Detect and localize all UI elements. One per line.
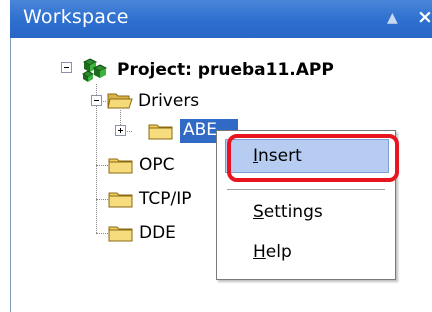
menu-item-settings[interactable]: Settings xyxy=(217,197,395,227)
tree-connector xyxy=(96,233,108,234)
collapse-icon[interactable] xyxy=(61,62,72,73)
menu-separator xyxy=(227,189,385,190)
folder-icon xyxy=(108,226,133,242)
tree-node-project[interactable]: Project: prueba11.APP xyxy=(117,60,334,80)
project-icon xyxy=(82,58,108,82)
tree-node-drivers[interactable]: Drivers xyxy=(138,91,199,111)
menu-item-settings-label: Settings xyxy=(253,202,323,222)
folder-icon xyxy=(108,158,133,174)
folder-icon xyxy=(148,124,173,140)
tree-connector xyxy=(96,199,108,200)
tree-node-abe[interactable]: ABE xyxy=(183,120,217,140)
menu-item-help-label: Help xyxy=(253,242,292,262)
collapse-icon[interactable] xyxy=(91,95,102,106)
tree-node-dde[interactable]: DDE xyxy=(139,223,176,243)
highlight-ring-annotation xyxy=(227,134,399,182)
expand-icon[interactable] xyxy=(115,125,126,136)
folder-icon xyxy=(108,192,133,208)
tree-node-opc[interactable]: OPC xyxy=(139,155,175,175)
tree-node-tcpip[interactable]: TCP/IP xyxy=(139,189,192,209)
tree-connector xyxy=(96,84,97,233)
tree-connector xyxy=(96,165,108,166)
menu-item-help[interactable]: Help xyxy=(217,237,395,267)
open-folder-icon xyxy=(107,93,133,109)
